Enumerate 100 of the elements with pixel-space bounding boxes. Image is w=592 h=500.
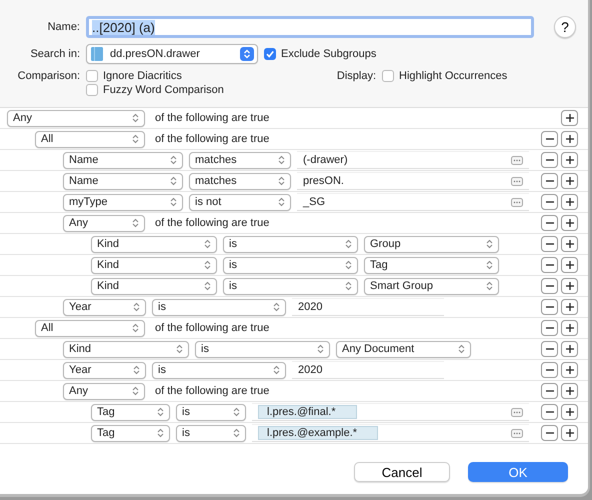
help-button[interactable]: ? bbox=[554, 16, 576, 38]
field-popup[interactable]: Kind bbox=[91, 236, 217, 252]
add-button[interactable] bbox=[561, 320, 578, 336]
ellipsis-icon[interactable] bbox=[511, 198, 523, 206]
value-field[interactable]: presON. bbox=[297, 172, 529, 190]
add-button[interactable] bbox=[561, 341, 578, 357]
field-popup[interactable]: Tag bbox=[91, 404, 170, 420]
field-popup[interactable]: Year bbox=[63, 362, 146, 378]
remove-button[interactable] bbox=[541, 383, 558, 399]
add-button[interactable] bbox=[561, 215, 578, 231]
field-popup[interactable]: Tag bbox=[91, 424, 170, 442]
value-popup[interactable]: Tag bbox=[364, 256, 499, 274]
remove-button[interactable] bbox=[541, 131, 558, 147]
field-popup[interactable]: Year bbox=[63, 298, 146, 316]
quantifier-popup[interactable]: Any bbox=[63, 382, 145, 400]
chevron-icon bbox=[132, 323, 139, 333]
remove-button[interactable] bbox=[541, 299, 558, 315]
tag-field[interactable]: l.pres.@final.* bbox=[252, 403, 529, 421]
operator-popup[interactable]: matches bbox=[189, 172, 291, 190]
chevron-icon bbox=[345, 260, 352, 270]
chevron-icon bbox=[170, 155, 177, 165]
chevron-icon bbox=[157, 428, 164, 438]
ellipsis-icon[interactable] bbox=[511, 428, 523, 438]
remove-button[interactable] bbox=[541, 215, 558, 231]
remove-button[interactable] bbox=[541, 278, 558, 294]
operator-popup[interactable]: is bbox=[223, 256, 358, 274]
remove-button[interactable] bbox=[541, 152, 558, 168]
value-field[interactable]: _SG bbox=[297, 193, 529, 211]
operator-popup[interactable]: is bbox=[152, 362, 286, 378]
tag-token[interactable]: l.pres.@example.* bbox=[258, 426, 378, 440]
remove-button[interactable] bbox=[541, 425, 558, 441]
comparison-checkbox[interactable]: Ignore Diacritics bbox=[86, 70, 292, 82]
field-popup[interactable]: Kind bbox=[91, 278, 217, 294]
exclude-subgroups-checkbox[interactable]: Exclude Subgroups bbox=[264, 48, 376, 60]
value-field[interactable]: (-drawer) bbox=[297, 151, 529, 169]
add-button[interactable] bbox=[561, 236, 578, 252]
field-popup[interactable]: Kind bbox=[91, 256, 217, 274]
value-popup[interactable]: Group bbox=[364, 236, 499, 252]
chevron-icon bbox=[278, 155, 285, 165]
field-popup[interactable]: Name bbox=[63, 172, 183, 190]
quantifier-popup[interactable]: Any bbox=[7, 110, 145, 126]
ellipsis-icon[interactable] bbox=[511, 408, 523, 416]
add-button[interactable] bbox=[561, 404, 578, 420]
cancel-button[interactable]: Cancel bbox=[354, 462, 450, 482]
plus-icon bbox=[564, 134, 574, 144]
operator-popup[interactable]: is bbox=[152, 298, 286, 316]
field-popup[interactable]: Kind bbox=[63, 340, 189, 358]
operator-popup[interactable]: is bbox=[223, 236, 358, 252]
chevron-icon bbox=[273, 302, 280, 312]
add-button[interactable] bbox=[561, 110, 578, 126]
field-popup[interactable]: Name bbox=[63, 152, 183, 168]
operator-popup[interactable]: is bbox=[223, 278, 358, 294]
value-popup[interactable]: Smart Group bbox=[364, 278, 499, 294]
field-popup[interactable]: myType bbox=[63, 194, 183, 210]
plus-icon bbox=[564, 260, 574, 270]
operator-popup[interactable]: is bbox=[176, 404, 246, 420]
value-field[interactable]: 2020 bbox=[292, 361, 444, 379]
quantifier-popup[interactable]: All bbox=[35, 130, 145, 148]
add-button[interactable] bbox=[561, 425, 578, 441]
value-popup[interactable]: Any Document bbox=[336, 340, 471, 358]
add-button[interactable] bbox=[561, 152, 578, 168]
plus-icon bbox=[564, 302, 574, 312]
ok-button[interactable]: OK bbox=[468, 462, 568, 482]
add-button[interactable] bbox=[561, 299, 578, 315]
operator-popup[interactable]: matches bbox=[189, 152, 291, 168]
remove-button[interactable] bbox=[541, 194, 558, 210]
add-button[interactable] bbox=[561, 383, 578, 399]
tag-token[interactable]: l.pres.@final.* bbox=[258, 405, 357, 419]
chevron-icon bbox=[233, 428, 240, 438]
value-field[interactable]: 2020 bbox=[292, 298, 444, 316]
remove-button[interactable] bbox=[541, 320, 558, 336]
remove-button[interactable] bbox=[541, 173, 558, 189]
display-checkbox[interactable]: Highlight Occurrences bbox=[382, 70, 588, 82]
remove-button[interactable] bbox=[541, 404, 558, 420]
operator-popup[interactable]: is bbox=[176, 424, 246, 442]
add-button[interactable] bbox=[561, 194, 578, 210]
operator-popup[interactable]: is not bbox=[189, 194, 291, 210]
remove-button[interactable] bbox=[541, 341, 558, 357]
add-button[interactable] bbox=[561, 362, 578, 378]
chevron-icon bbox=[458, 344, 465, 354]
remove-button[interactable] bbox=[541, 362, 558, 378]
comparison-checkbox[interactable]: Fuzzy Word Comparison bbox=[86, 84, 292, 96]
chevron-icon bbox=[132, 134, 139, 144]
remove-button[interactable] bbox=[541, 236, 558, 252]
quantifier-popup[interactable]: All bbox=[35, 320, 145, 336]
add-button[interactable] bbox=[561, 173, 578, 189]
add-button[interactable] bbox=[561, 131, 578, 147]
name-field[interactable]: ..[2020] (a) bbox=[86, 16, 534, 38]
ellipsis-icon[interactable] bbox=[511, 176, 523, 186]
add-button[interactable] bbox=[561, 278, 578, 294]
plus-icon bbox=[564, 218, 574, 228]
add-button[interactable] bbox=[561, 257, 578, 273]
ellipsis-icon[interactable] bbox=[511, 156, 523, 164]
search-in-popup[interactable]: dd.presON.drawer bbox=[86, 44, 258, 64]
chevron-icon bbox=[486, 239, 493, 249]
quantifier-popup[interactable]: Any bbox=[63, 214, 145, 232]
plus-icon bbox=[564, 386, 574, 396]
tag-field[interactable]: l.pres.@example.* bbox=[252, 424, 529, 442]
remove-button[interactable] bbox=[541, 257, 558, 273]
operator-popup[interactable]: is bbox=[195, 340, 330, 358]
